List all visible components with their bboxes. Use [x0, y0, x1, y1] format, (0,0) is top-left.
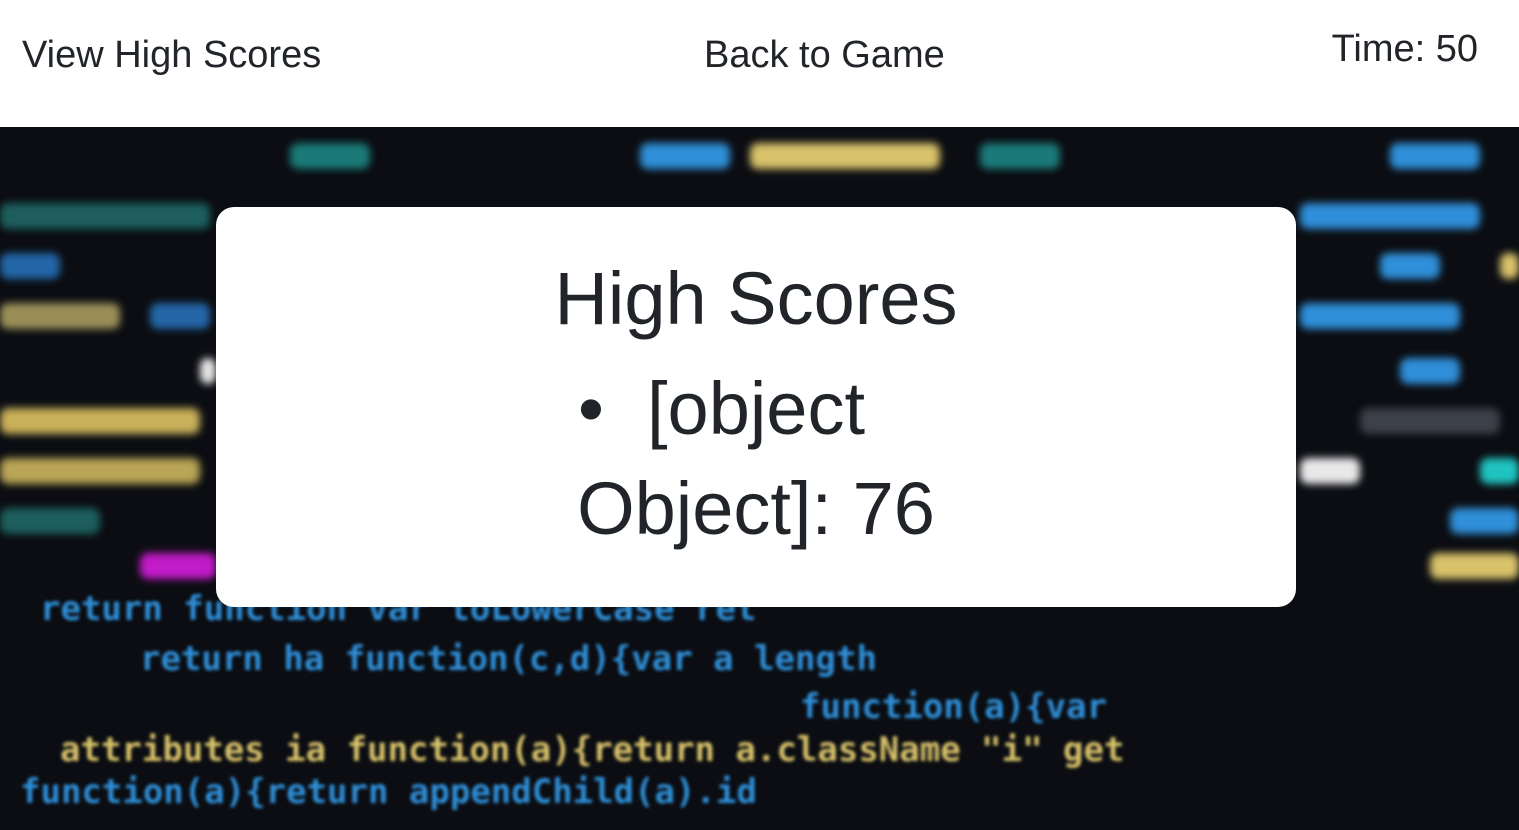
code-line: attributes ia function(a){return a.class… — [60, 730, 1125, 770]
navbar: View High Scores Back to Game Time: 50 — [0, 0, 1519, 127]
code-line: return ha function(c,d){var a length — [140, 639, 877, 679]
view-high-scores-link[interactable]: View High Scores — [22, 34, 321, 77]
code-line-decoration — [0, 137, 1519, 177]
timer: Time: 50 — [1331, 28, 1478, 70]
list-item: • [object Object]: 76 — [536, 359, 976, 559]
back-to-game-link[interactable]: Back to Game — [704, 34, 945, 77]
score-list: • [object Object]: 76 — [536, 359, 976, 559]
code-line: function(a){return appendChild(a).id — [20, 772, 757, 812]
high-scores-card: High Scores • [object Object]: 76 — [216, 207, 1296, 607]
high-scores-title: High Scores — [554, 257, 958, 340]
code-line: function(a){var — [800, 687, 1108, 727]
score-entry: [object Object]: 76 — [577, 367, 935, 550]
bullet-icon: • — [578, 367, 604, 450]
